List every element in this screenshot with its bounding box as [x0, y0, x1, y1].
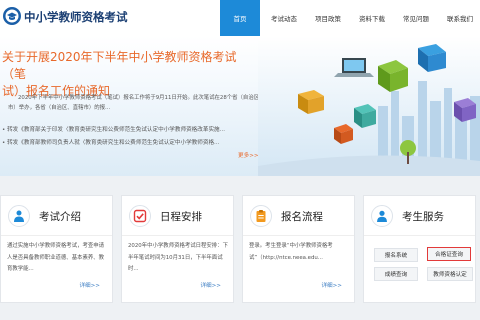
clipboard-icon: [250, 205, 272, 227]
card-exam-intro: 考试介绍 通过实施中小学教师资格考试，考查申请人是否具备教师职业道德、基本素养、…: [0, 195, 113, 303]
card-header: 日程安排: [122, 196, 233, 236]
card-title[interactable]: 日程安排: [160, 209, 202, 224]
card-candidate-services: 考生服务 报名系统 合格证查询 成绩查询 教师资格认定: [363, 195, 476, 303]
registration-system-button[interactable]: 报名系统: [374, 248, 418, 262]
teacher-certification-button[interactable]: 教师资格认定: [427, 267, 473, 281]
check-icon: [129, 205, 151, 227]
site-title[interactable]: 中小学教师资格考试: [24, 9, 128, 25]
news-link[interactable]: • 转发《教育部教师司负责人就〈教育类研究生和公费师范生免试认定中小学教师资格.…: [2, 138, 264, 146]
details-link[interactable]: 详细>>: [321, 281, 342, 289]
card-title[interactable]: 考试介绍: [39, 209, 81, 224]
news-link[interactable]: • 转发《教育部关于印发〈教育类研究生和公费师范生免试认定中小学教师资格改革实施…: [2, 125, 264, 133]
main-nav: 首页 考试动态 项目政策 资料下载 常见问题 联系我们: [216, 0, 480, 36]
card-header: 报名流程: [243, 196, 354, 236]
card-text: 通过实施中小学教师资格考试，考查申请人是否具备教师职业道德、基本素养、教育教学能…: [7, 243, 105, 272]
nav-home[interactable]: 首页: [220, 0, 260, 36]
user-service-icon: [371, 205, 393, 227]
details-link[interactable]: 详细>>: [200, 281, 221, 289]
more-link[interactable]: 更多>>: [238, 151, 259, 159]
card-header: 考生服务: [364, 196, 475, 236]
news-banner: 关于开展2020年下半年中小学教师资格考试（笔 试）报名工作的通知 2020年下…: [0, 36, 480, 176]
card-title[interactable]: 考生服务: [402, 209, 444, 224]
banner-summary: 2020年下半年中小学教师资格考试（笔试）报名工作将于9月11日开始。此次笔试在…: [8, 95, 276, 111]
card-title[interactable]: 报名流程: [281, 209, 323, 224]
card-text: 2020年中小学教师资格考试日程安排：下半年笔试时间为10月31日，下半年面试时…: [128, 243, 228, 272]
nav-downloads[interactable]: 资料下载: [352, 0, 392, 36]
card-registration: 报名流程 登录。考生登录“中小学教师资格考试”（http://ntce.neea…: [242, 195, 355, 303]
details-link[interactable]: 详细>>: [79, 281, 100, 289]
nav-faq[interactable]: 常见问题: [396, 0, 436, 36]
nav-contact[interactable]: 联系我们: [440, 0, 480, 36]
certificate-query-button[interactable]: 合格证查询: [427, 247, 471, 261]
logo-icon[interactable]: [2, 6, 22, 26]
banner-illustration: [258, 36, 480, 176]
card-schedule: 日程安排 2020年中小学教师资格考试日程安排：下半年笔试时间为10月31日，下…: [121, 195, 234, 303]
card-text: 登录。考生登录“中小学教师资格考试”（http://ntce.neea.edu.…: [249, 243, 333, 261]
banner-headline-line1: 关于开展2020年下半年中小学教师资格考试（笔: [2, 50, 237, 81]
nav-exam-news[interactable]: 考试动态: [264, 0, 304, 36]
nav-policy[interactable]: 项目政策: [308, 0, 348, 36]
site-header: 中小学教师资格考试 首页 考试动态 项目政策 资料下载 常见问题 联系我们: [0, 0, 480, 36]
person-icon: [8, 205, 30, 227]
card-header: 考试介绍: [1, 196, 112, 236]
score-query-button[interactable]: 成绩查询: [374, 267, 418, 281]
